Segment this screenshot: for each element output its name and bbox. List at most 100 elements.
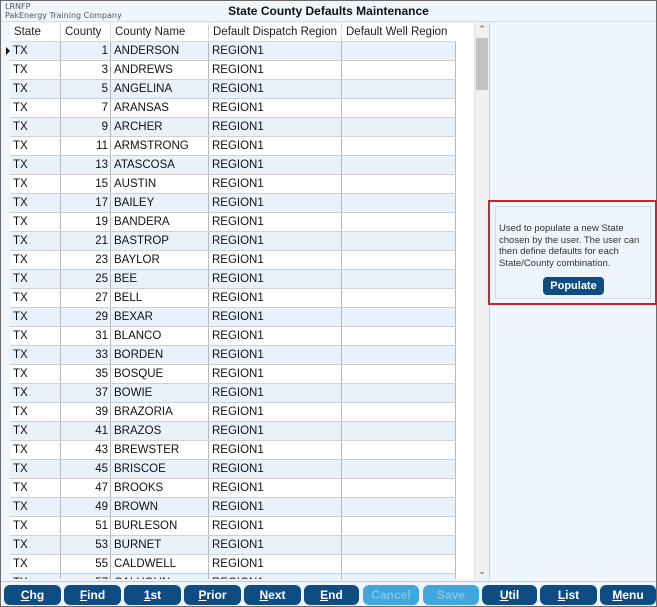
- cell-state[interactable]: TX: [10, 346, 61, 364]
- cell-county-name[interactable]: BRAZORIA: [111, 403, 209, 421]
- table-row[interactable]: TX 3 ANDREWS REGION1: [10, 61, 456, 80]
- cell-county-name[interactable]: BLANCO: [111, 327, 209, 345]
- cell-well-region[interactable]: [342, 156, 456, 174]
- cell-state[interactable]: TX: [10, 479, 61, 497]
- cell-dispatch-region[interactable]: REGION1: [209, 308, 342, 326]
- table-row[interactable]: TX 7 ARANSAS REGION1: [10, 99, 456, 118]
- cell-well-region[interactable]: [342, 118, 456, 136]
- cell-county-name[interactable]: BEXAR: [111, 308, 209, 326]
- cell-county[interactable]: 5: [61, 80, 111, 98]
- table-row[interactable]: TX 45 BRISCOE REGION1: [10, 460, 456, 479]
- table-row[interactable]: TX 11 ARMSTRONG REGION1: [10, 137, 456, 156]
- cell-state[interactable]: TX: [10, 156, 61, 174]
- cell-dispatch-region[interactable]: REGION1: [209, 42, 342, 60]
- column-header-county[interactable]: County: [61, 23, 111, 42]
- cell-state[interactable]: TX: [10, 365, 61, 383]
- cell-county[interactable]: 49: [61, 498, 111, 516]
- cell-well-region[interactable]: [342, 384, 456, 402]
- cell-county[interactable]: 43: [61, 441, 111, 459]
- cell-county[interactable]: 9: [61, 118, 111, 136]
- cell-well-region[interactable]: [342, 175, 456, 193]
- cell-county[interactable]: 11: [61, 137, 111, 155]
- cell-dispatch-region[interactable]: REGION1: [209, 479, 342, 497]
- cell-well-region[interactable]: [342, 346, 456, 364]
- cell-state[interactable]: TX: [10, 270, 61, 288]
- cell-county[interactable]: 31: [61, 327, 111, 345]
- table-row[interactable]: TX 51 BURLESON REGION1: [10, 517, 456, 536]
- cell-county-name[interactable]: ATASCOSA: [111, 156, 209, 174]
- cell-state[interactable]: TX: [10, 327, 61, 345]
- cell-dispatch-region[interactable]: REGION1: [209, 403, 342, 421]
- cell-well-region[interactable]: [342, 270, 456, 288]
- cell-dispatch-region[interactable]: REGION1: [209, 365, 342, 383]
- cell-well-region[interactable]: [342, 327, 456, 345]
- cell-well-region[interactable]: [342, 61, 456, 79]
- end-button[interactable]: End: [304, 585, 359, 605]
- cell-county-name[interactable]: BREWSTER: [111, 441, 209, 459]
- cell-well-region[interactable]: [342, 441, 456, 459]
- menu-button[interactable]: Menu: [600, 585, 656, 605]
- table-row[interactable]: TX 43 BREWSTER REGION1: [10, 441, 456, 460]
- cell-well-region[interactable]: [342, 99, 456, 117]
- cell-dispatch-region[interactable]: REGION1: [209, 156, 342, 174]
- cell-dispatch-region[interactable]: REGION1: [209, 213, 342, 231]
- cell-county-name[interactable]: ANGELINA: [111, 80, 209, 98]
- cell-state[interactable]: TX: [10, 99, 61, 117]
- cell-county[interactable]: 25: [61, 270, 111, 288]
- cell-state[interactable]: TX: [10, 536, 61, 554]
- column-header-county-name[interactable]: County Name: [111, 23, 209, 42]
- cell-state[interactable]: TX: [10, 80, 61, 98]
- cell-county-name[interactable]: BORDEN: [111, 346, 209, 364]
- cell-well-region[interactable]: [342, 251, 456, 269]
- cell-well-region[interactable]: [342, 422, 456, 440]
- cell-well-region[interactable]: [342, 42, 456, 60]
- table-row[interactable]: TX 5 ANGELINA REGION1: [10, 80, 456, 99]
- cell-dispatch-region[interactable]: REGION1: [209, 118, 342, 136]
- cell-county[interactable]: 35: [61, 365, 111, 383]
- table-row[interactable]: TX 21 BASTROP REGION1: [10, 232, 456, 251]
- cell-county[interactable]: 39: [61, 403, 111, 421]
- cell-well-region[interactable]: [342, 80, 456, 98]
- table-row[interactable]: TX 27 BELL REGION1: [10, 289, 456, 308]
- column-header-well-region[interactable]: Default Well Region: [342, 23, 456, 42]
- table-row[interactable]: TX 31 BLANCO REGION1: [10, 327, 456, 346]
- cell-dispatch-region[interactable]: REGION1: [209, 99, 342, 117]
- cell-dispatch-region[interactable]: REGION1: [209, 251, 342, 269]
- scroll-thumb[interactable]: [476, 38, 488, 90]
- cell-county[interactable]: 27: [61, 289, 111, 307]
- cell-county-name[interactable]: BAYLOR: [111, 251, 209, 269]
- cell-county-name[interactable]: BASTROP: [111, 232, 209, 250]
- cell-state[interactable]: TX: [10, 517, 61, 535]
- cell-dispatch-region[interactable]: REGION1: [209, 289, 342, 307]
- table-row[interactable]: TX 39 BRAZORIA REGION1: [10, 403, 456, 422]
- cell-county[interactable]: 1: [61, 42, 111, 60]
- cell-county-name[interactable]: ANDERSON: [111, 42, 209, 60]
- cell-county[interactable]: 57: [61, 574, 111, 579]
- cell-well-region[interactable]: [342, 536, 456, 554]
- cell-county[interactable]: 7: [61, 99, 111, 117]
- cancel-button[interactable]: Cancel: [363, 585, 419, 605]
- cell-dispatch-region[interactable]: REGION1: [209, 517, 342, 535]
- table-row[interactable]: TX 17 BAILEY REGION1: [10, 194, 456, 213]
- table-row[interactable]: TX 1 ANDERSON REGION1: [10, 42, 456, 61]
- cell-dispatch-region[interactable]: REGION1: [209, 175, 342, 193]
- cell-dispatch-region[interactable]: REGION1: [209, 346, 342, 364]
- cell-well-region[interactable]: [342, 365, 456, 383]
- cell-well-region[interactable]: [342, 555, 456, 573]
- cell-dispatch-region[interactable]: REGION1: [209, 327, 342, 345]
- cell-county[interactable]: 29: [61, 308, 111, 326]
- cell-county-name[interactable]: BRISCOE: [111, 460, 209, 478]
- cell-county-name[interactable]: BOWIE: [111, 384, 209, 402]
- county-defaults-grid[interactable]: State County County Name Default Dispatc…: [10, 23, 474, 579]
- cell-well-region[interactable]: [342, 574, 456, 579]
- table-row[interactable]: TX 9 ARCHER REGION1: [10, 118, 456, 137]
- cell-county-name[interactable]: BURLESON: [111, 517, 209, 535]
- cell-dispatch-region[interactable]: REGION1: [209, 137, 342, 155]
- cell-county[interactable]: 41: [61, 422, 111, 440]
- cell-state[interactable]: TX: [10, 232, 61, 250]
- grid-vertical-scrollbar[interactable]: ⌃ ⌄: [474, 23, 488, 579]
- cell-well-region[interactable]: [342, 308, 456, 326]
- cell-dispatch-region[interactable]: REGION1: [209, 422, 342, 440]
- cell-well-region[interactable]: [342, 517, 456, 535]
- scroll-down-arrow-icon[interactable]: ⌄: [475, 565, 489, 579]
